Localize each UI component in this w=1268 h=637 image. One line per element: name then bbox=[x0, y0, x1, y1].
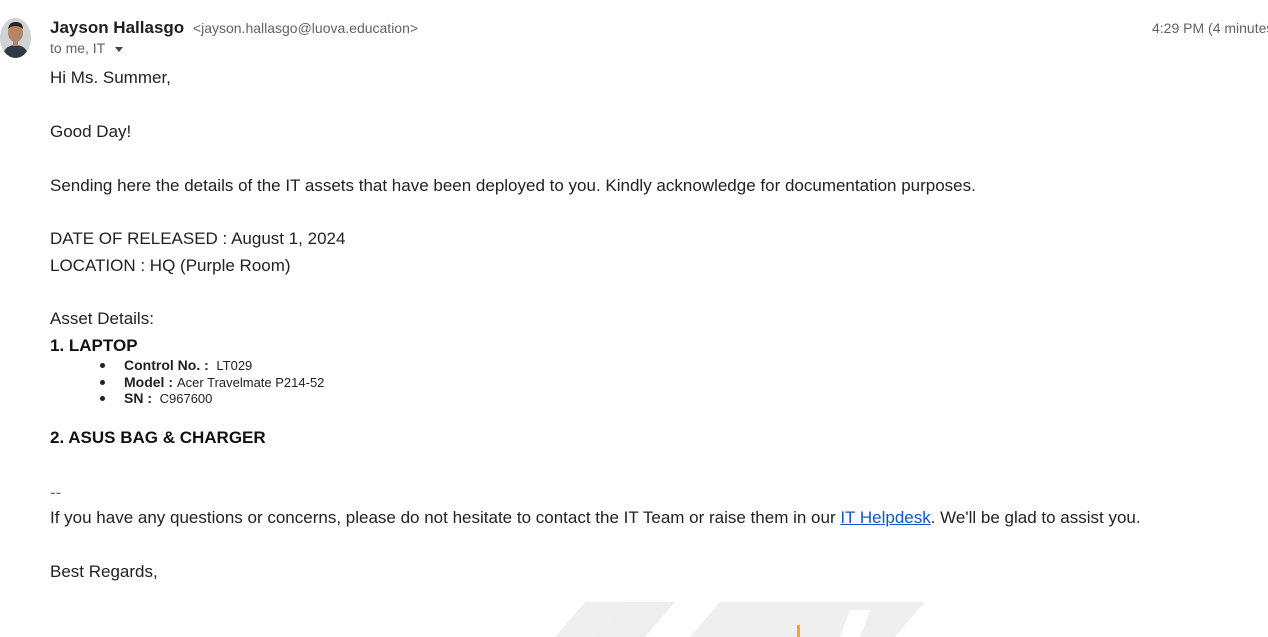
recipients-toggle[interactable]: to me, IT bbox=[50, 39, 123, 57]
greeting: Hi Ms. Summer, bbox=[50, 68, 171, 87]
detail-key: SN : bbox=[124, 390, 152, 406]
list-item: SN : C967600 bbox=[50, 390, 324, 407]
contact-text: If you have any questions or concerns, p… bbox=[50, 508, 841, 527]
location: LOCATION : HQ (Purple Room) bbox=[50, 256, 291, 275]
recipients-label: to me, IT bbox=[50, 40, 105, 56]
item-bag-heading: 2. ASUS BAG & CHARGER bbox=[50, 428, 266, 447]
release-date: DATE OF RELEASED : August 1, 2024 bbox=[50, 229, 346, 248]
detail-value: Acer Travelmate P214-52 bbox=[177, 374, 325, 390]
avatar[interactable] bbox=[0, 18, 31, 58]
signature-separator: -- bbox=[50, 483, 62, 502]
message-timestamp: 4:29 PM (4 minutes ago) bbox=[1152, 20, 1268, 36]
list-item: Model : Acer Travelmate P214-52 bbox=[50, 374, 324, 391]
message-header: Jayson Hallasgo <jayson.hallasgo@luova.e… bbox=[50, 17, 1268, 59]
laptop-details-list: Control No. : LT029 Model : Acer Travelma… bbox=[50, 357, 324, 407]
detail-value: C967600 bbox=[156, 391, 213, 406]
sender-name[interactable]: Jayson Hallasgo bbox=[50, 18, 184, 37]
item-laptop-heading: 1. LAPTOP bbox=[50, 336, 138, 355]
list-item: Control No. : LT029 bbox=[50, 357, 324, 374]
detail-value: LT029 bbox=[212, 358, 253, 373]
closing: Best Regards, bbox=[50, 562, 158, 581]
contact-paragraph: If you have any questions or concerns, p… bbox=[50, 507, 1141, 529]
contact-text-end: . We'll be glad to assist you. bbox=[930, 508, 1141, 527]
good-day: Good Day! bbox=[50, 122, 132, 141]
asset-details-label: Asset Details: bbox=[50, 309, 154, 328]
sender-photo bbox=[0, 18, 31, 58]
detail-key: Control No. : bbox=[124, 357, 209, 373]
sender-email: <jayson.hallasgo@luova.education> bbox=[192, 20, 419, 36]
it-helpdesk-link[interactable]: IT Helpdesk bbox=[840, 508, 930, 527]
company-logo-graphic bbox=[555, 602, 925, 637]
email-view: Jayson Hallasgo <jayson.hallasgo@luova.e… bbox=[0, 0, 1268, 637]
chevron-down-icon[interactable] bbox=[114, 46, 123, 52]
intro-paragraph: Sending here the details of the IT asset… bbox=[50, 176, 976, 195]
signature-logo bbox=[550, 600, 940, 637]
sender-line: Jayson Hallasgo <jayson.hallasgo@luova.e… bbox=[50, 17, 418, 39]
detail-key: Model : bbox=[124, 373, 173, 390]
